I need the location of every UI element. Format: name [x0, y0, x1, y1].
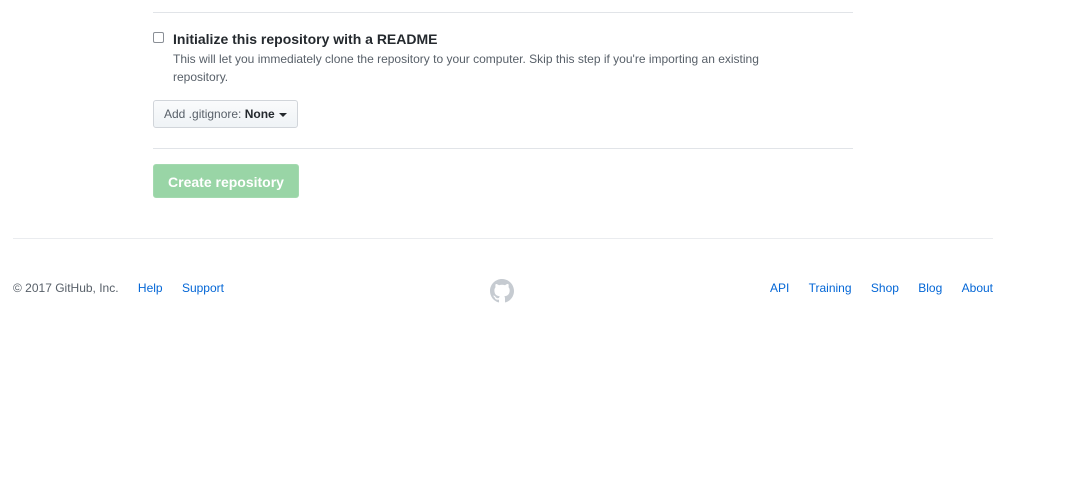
footer-link-shop[interactable]: Shop: [871, 281, 899, 295]
create-repository-button[interactable]: Create repository: [153, 164, 299, 198]
footer-left: © 2017 GitHub, Inc. Help Support: [13, 280, 224, 296]
footer-link-blog[interactable]: Blog: [918, 281, 942, 295]
gitignore-prefix: Add .gitignore:: [164, 107, 245, 121]
footer-link-api[interactable]: API: [770, 281, 789, 295]
footer-link-support[interactable]: Support: [182, 281, 224, 295]
footer-link-help[interactable]: Help: [138, 281, 163, 295]
readme-description: This will let you immediately clone the …: [173, 52, 759, 84]
gitignore-select-button[interactable]: Add .gitignore: None: [153, 100, 298, 128]
section-divider-top: [153, 12, 853, 13]
readme-label[interactable]: Initialize this repository with a README: [173, 31, 437, 47]
footer-link-about[interactable]: About: [962, 281, 993, 295]
footer-divider: [13, 238, 993, 239]
readme-checkbox[interactable]: [153, 32, 164, 43]
gitignore-value: None: [244, 107, 275, 121]
section-divider-bottom: [153, 148, 853, 149]
footer-right: API Training Shop Blog About: [770, 280, 993, 296]
footer-copyright: © 2017 GitHub, Inc.: [13, 281, 119, 295]
github-octocat-icon[interactable]: [490, 279, 514, 303]
footer-link-training[interactable]: Training: [809, 281, 852, 295]
caret-down-icon: [278, 112, 287, 117]
